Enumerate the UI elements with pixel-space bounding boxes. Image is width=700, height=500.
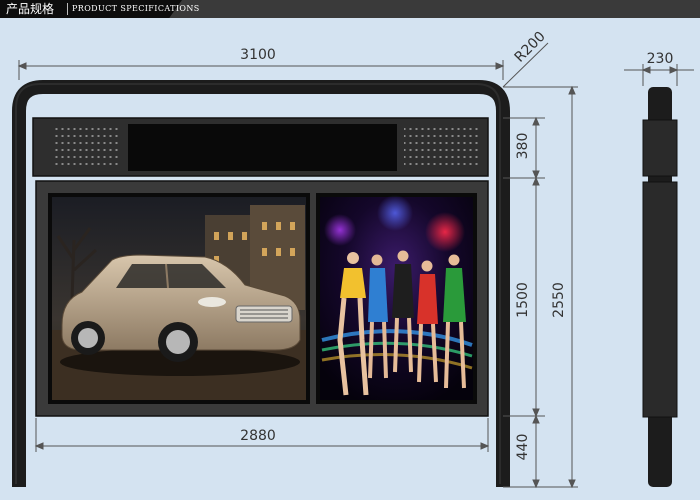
dim-panel-width: 2880 [240, 428, 276, 444]
dim-overall-width: 3100 [240, 47, 276, 63]
led-display [128, 124, 397, 171]
dim-total-height: 2550 [551, 282, 567, 318]
dim-panel-height: 1500 [515, 282, 531, 318]
poster-dancers [320, 195, 473, 400]
dim-header-height: 380 [515, 133, 531, 160]
dim-depth: 230 [647, 51, 674, 67]
header-box [32, 117, 489, 177]
dim-base-height: 440 [515, 434, 531, 461]
side-view [642, 87, 678, 487]
spec-drawing: 3100 R200 230 380 1500 2550 440 2880 [12, 29, 694, 489]
speaker-grille-right [404, 128, 480, 166]
speaker-grille-left [52, 128, 118, 166]
poster-car [52, 197, 306, 400]
